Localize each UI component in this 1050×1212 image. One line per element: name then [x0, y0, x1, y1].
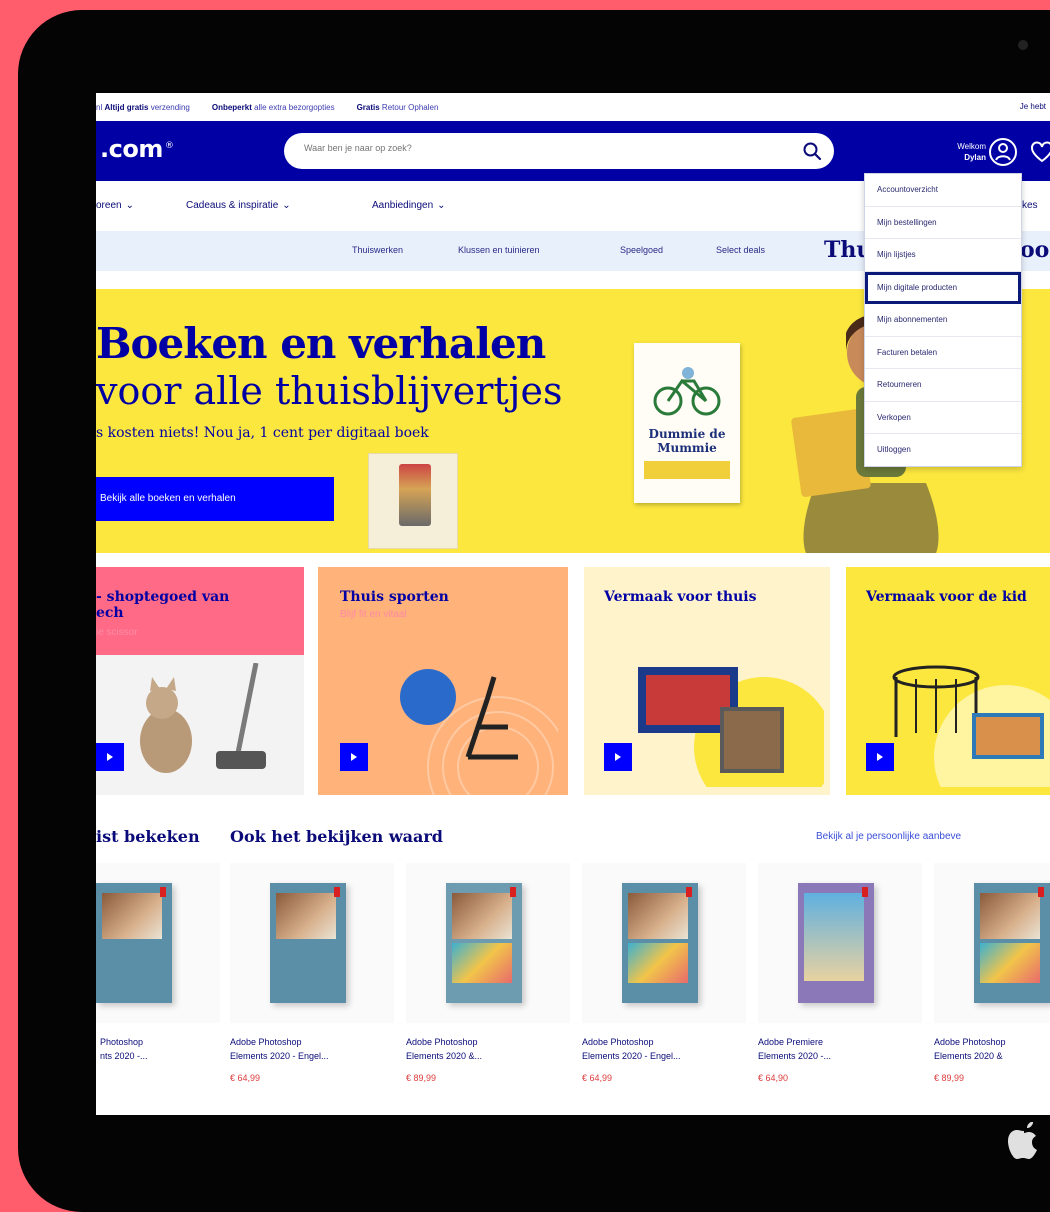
product-card[interactable]: Photoshop nts 2020 -... [96, 863, 220, 1103]
chevron-down-icon: ⌄ [437, 200, 446, 211]
wishlist-heart-icon[interactable] [1030, 141, 1050, 163]
promo-arrow-button[interactable] [96, 743, 124, 771]
product-image [798, 883, 874, 1003]
search-input[interactable] [304, 143, 774, 153]
product-card[interactable]: Adobe Photoshop Elements 2020 - Engel... … [582, 863, 746, 1103]
menu-item-account-overview[interactable]: Accountoverzicht [865, 174, 1021, 207]
usp-bar: nl Altijd gratis verzending Onbeperkt al… [96, 93, 1050, 121]
product-image [96, 883, 172, 1003]
subnav-link-select-deals[interactable]: Select deals [716, 245, 765, 255]
product-card[interactable]: Adobe Photoshop Elements 2020 - Engel... … [230, 863, 394, 1103]
welcome-text[interactable]: Welkom Dylan [916, 141, 986, 163]
cat-vacuum-image [140, 663, 266, 773]
subnav-link-thuiswerken[interactable]: Thuiswerken [352, 245, 403, 255]
search-bar [284, 133, 834, 169]
category-item-gifts[interactable]: Cadeaus & inspiratie ⌄ [186, 200, 291, 211]
promo-tile-vermaak-thuis[interactable]: Vermaak voor thuis [584, 567, 830, 795]
chevron-down-icon: ⌄ [125, 200, 134, 211]
promo-arrow-button[interactable] [866, 743, 894, 771]
subnav-link-klussen[interactable]: Klussen en tuinieren [458, 245, 540, 255]
hero-note: s kosten niets! Nou ja, 1 cent per digit… [96, 425, 429, 441]
hero-cta-button[interactable]: Bekijk alle boeken en verhalen [96, 477, 334, 521]
menu-item-sell[interactable]: Verkopen [865, 402, 1021, 434]
product-name: Adobe Photoshop Elements 2020 - Engel... [582, 1037, 681, 1061]
promo-tile-shoptegoed[interactable]: - shoptegoed van ech ie scissor [96, 567, 304, 795]
product-price: € 64,99 [230, 1073, 261, 1083]
category-item-1[interactable]: oreen ⌄ [96, 200, 134, 211]
recommendations-heading: Ook het bekijken waard [230, 827, 443, 846]
product-name: Adobe Premiere Elements 2020 -... [758, 1037, 832, 1061]
see-all-recommendations-link[interactable]: Bekijk al je persoonlijke aanbeve [816, 831, 961, 842]
account-dropdown: Accountoverzicht Mijn bestellingen Mijn … [864, 173, 1022, 467]
category-extra[interactable]: kes [1022, 200, 1038, 211]
promo-title: - shoptegoed van ech [96, 589, 230, 621]
search-icon[interactable] [802, 141, 822, 161]
promo-arrow-button[interactable] [604, 743, 632, 771]
console-game-image [638, 667, 824, 787]
product-name: Adobe Photoshop Elements 2020 - Engel... [230, 1037, 329, 1061]
usp-unlimited: Onbeperkt [211, 102, 252, 112]
menu-item-logout[interactable]: Uitloggen [865, 434, 1021, 467]
hero-subtitle: voor alle thuisblijvertjes [96, 369, 563, 413]
book-cover-small[interactable] [368, 453, 458, 549]
menu-item-subscriptions[interactable]: Mijn abonnementen [865, 304, 1021, 337]
menu-item-returns[interactable]: Retourneren [865, 369, 1021, 402]
menu-item-digital-products[interactable]: Mijn digitale producten [865, 271, 1021, 304]
product-name: Adobe Photoshop Elements 2020 & [934, 1037, 1006, 1061]
product-card[interactable]: Adobe Photoshop Elements 2020 & € 89,99 [934, 863, 1050, 1103]
promo-arrow-button[interactable] [340, 743, 368, 771]
menu-item-orders[interactable]: Mijn bestellingen [865, 207, 1021, 239]
user-name: Dylan [964, 153, 986, 162]
product-image [974, 883, 1050, 1003]
product-price: € 89,99 [934, 1073, 965, 1083]
promo-tile-vermaak-kids[interactable]: Vermaak voor de kid [846, 567, 1050, 795]
site-header: .com® Welkom Dylan [96, 121, 1050, 181]
product-price: € 64,99 [582, 1073, 613, 1083]
recently-viewed-heading: ist bekeken [96, 827, 200, 846]
fitness-ball-image [400, 669, 558, 795]
product-image [270, 883, 346, 1003]
book-title: Dummie de Mummie [648, 427, 726, 455]
site-logo[interactable]: .com ® [100, 135, 174, 163]
subnav-link-speelgoed[interactable]: Speelgoed [620, 245, 663, 255]
promo-subtitle: ie scissor [96, 627, 138, 638]
promo-title: Thuis sporten [340, 589, 449, 605]
book-illustration [399, 464, 431, 526]
promo-title: Vermaak voor de kid [866, 589, 1027, 605]
chevron-down-icon: ⌄ [282, 200, 291, 211]
menu-item-invoices[interactable]: Facturen betalen [865, 337, 1021, 369]
promo-subtitle: Blijf fit en vitaal [340, 609, 407, 620]
bicycle-illustration [653, 367, 721, 416]
usp-always-free: Altijd gratis [104, 102, 149, 112]
product-card[interactable]: Adobe Premiere Elements 2020 -... € 64,90 [758, 863, 922, 1103]
product-image [622, 883, 698, 1003]
usp-right-text: Je hebt [1019, 102, 1046, 111]
menu-item-lists[interactable]: Mijn lijstjes [865, 239, 1021, 272]
book-strip [644, 461, 730, 479]
product-price: € 64,90 [758, 1073, 789, 1083]
category-item-deals[interactable]: Aanbiedingen ⌄ [372, 200, 446, 211]
product-name: Adobe Photoshop Elements 2020 &... [406, 1037, 483, 1061]
account-icon[interactable] [988, 137, 1018, 167]
browser-screen: nl Altijd gratis verzending Onbeperkt al… [96, 93, 1050, 1115]
trampoline-toy-image [892, 665, 1050, 787]
product-price: € 89,99 [406, 1073, 437, 1083]
promo-title: Vermaak voor thuis [604, 589, 757, 605]
book-cover-dummie[interactable]: Dummie de Mummie [634, 343, 740, 503]
promo-tile-thuis-sporten[interactable]: Thuis sporten Blijf fit en vitaal [318, 567, 568, 795]
product-image [446, 883, 522, 1003]
product-card[interactable]: Adobe Photoshop Elements 2020 &... € 89,9… [406, 863, 570, 1103]
camera-dot [1018, 40, 1028, 50]
subnav-highlight-right[interactable]: oo [1020, 237, 1049, 263]
apple-logo-icon [1008, 1122, 1037, 1159]
usp-free-return: Gratis [356, 102, 380, 112]
hero-title: Boeken en verhalen [96, 319, 546, 368]
